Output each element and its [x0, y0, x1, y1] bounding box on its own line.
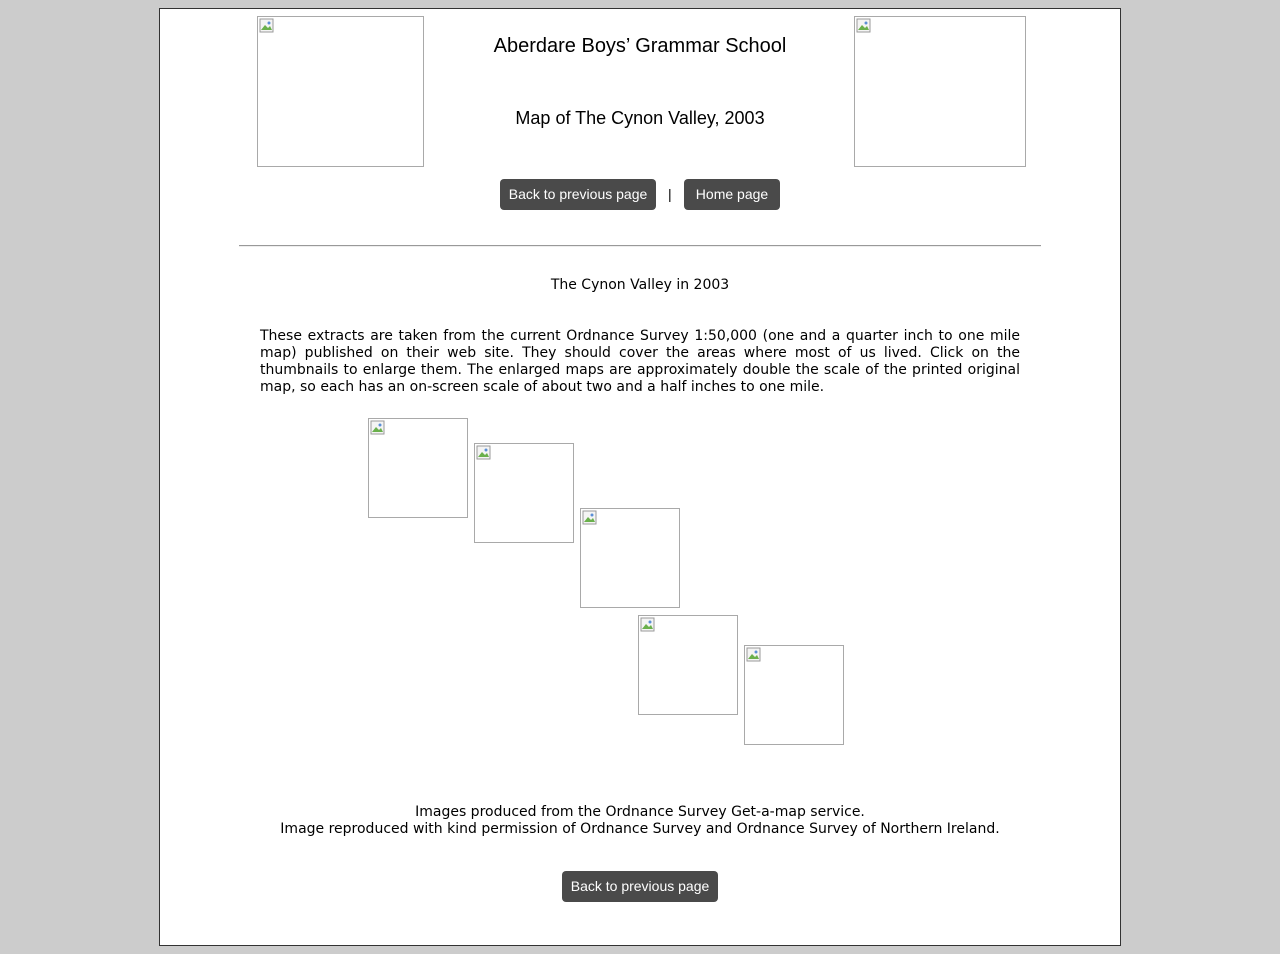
- home-page-button[interactable]: Home page: [684, 179, 780, 210]
- broken-image-icon: [640, 617, 655, 632]
- school-name-heading: Aberdare Boys’ Grammar School: [493, 35, 787, 57]
- intro-paragraph: These extracts are taken from the curren…: [260, 328, 1020, 395]
- broken-image-icon: [259, 18, 274, 33]
- horizontal-divider: [239, 245, 1041, 247]
- back-to-previous-page-button[interactable]: Back to previous page: [500, 179, 656, 210]
- broken-image-icon: [370, 420, 385, 435]
- page-title: Map of The Cynon Valley, 2003: [515, 108, 765, 128]
- credit-line-1: Images produced from the Ordnance Survey…: [415, 804, 865, 820]
- broken-image-icon: [856, 18, 871, 33]
- map-thumbnail-1[interactable]: [368, 418, 468, 518]
- credits-block: Images produced from the Ordnance Survey…: [160, 804, 1120, 838]
- nav-separator: |: [668, 186, 672, 202]
- broken-image-icon: [582, 510, 597, 525]
- map-thumbnail-2[interactable]: [474, 443, 574, 543]
- map-thumbnail-5[interactable]: [744, 645, 844, 745]
- map-thumbnail-4[interactable]: [638, 615, 738, 715]
- broken-image-icon: [476, 445, 491, 460]
- credit-line-2: Image reproduced with kind permission of…: [280, 821, 1000, 837]
- section-heading: The Cynon Valley in 2003: [550, 277, 730, 293]
- map-thumbnail-3[interactable]: [580, 508, 680, 608]
- broken-image-icon: [746, 647, 761, 662]
- bottom-back-to-previous-page-button[interactable]: Back to previous page: [562, 871, 718, 902]
- page-container: Aberdare Boys’ Grammar School Map of The…: [159, 8, 1121, 946]
